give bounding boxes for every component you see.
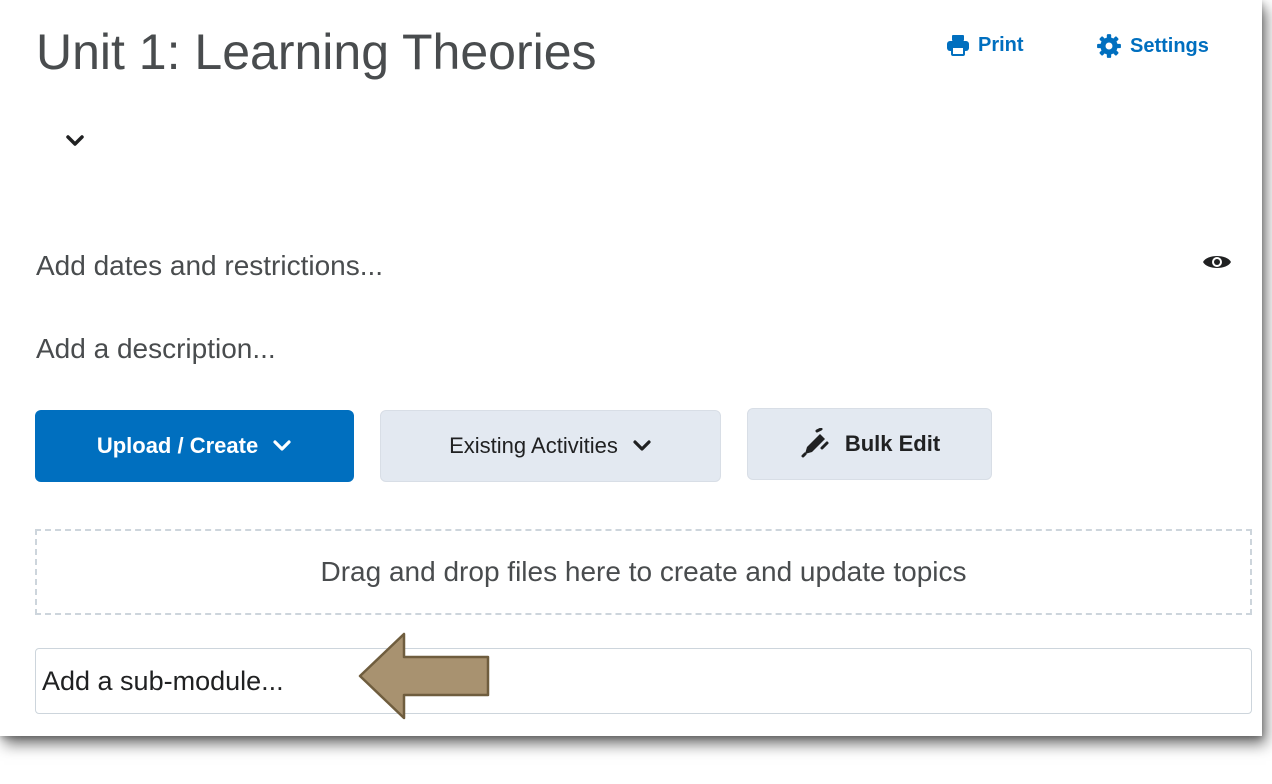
visibility-toggle[interactable] <box>1202 252 1232 277</box>
settings-label: Settings <box>1130 34 1209 57</box>
eye-icon <box>1203 256 1231 268</box>
chevron-down-icon <box>66 135 84 146</box>
print-button[interactable]: Print <box>946 33 1024 57</box>
settings-button[interactable]: Settings <box>1096 33 1209 59</box>
page-title: Unit 1: Learning Theories <box>36 24 597 80</box>
dropzone-text: Drag and drop files here to create and u… <box>320 556 967 587</box>
add-description-link[interactable]: Add a description... <box>36 333 276 365</box>
chevron-down-icon <box>633 440 651 451</box>
bulk-edit-label: Bulk Edit <box>844 431 941 456</box>
bulk-edit-button[interactable]: Bulk Edit <box>747 408 992 480</box>
file-dropzone[interactable]: Drag and drop files here to create and u… <box>35 529 1252 615</box>
left-arrow-icon <box>358 632 490 720</box>
chevron-down-icon <box>273 440 291 451</box>
print-label: Print <box>978 33 1024 56</box>
pencil-icon <box>801 428 829 458</box>
add-dates-restrictions-link[interactable]: Add dates and restrictions... <box>36 250 383 282</box>
collapse-toggle[interactable] <box>64 133 86 154</box>
upload-create-button[interactable]: Upload / Create <box>35 410 354 482</box>
existing-activities-label: Existing Activities <box>449 433 618 458</box>
printer-icon <box>947 35 969 56</box>
gear-icon <box>1097 34 1121 58</box>
module-panel: Unit 1: Learning Theories Print Settings… <box>0 0 1262 736</box>
existing-activities-button[interactable]: Existing Activities <box>380 410 721 482</box>
upload-create-label: Upload / Create <box>96 433 259 458</box>
add-submodule-input[interactable] <box>35 648 1252 714</box>
